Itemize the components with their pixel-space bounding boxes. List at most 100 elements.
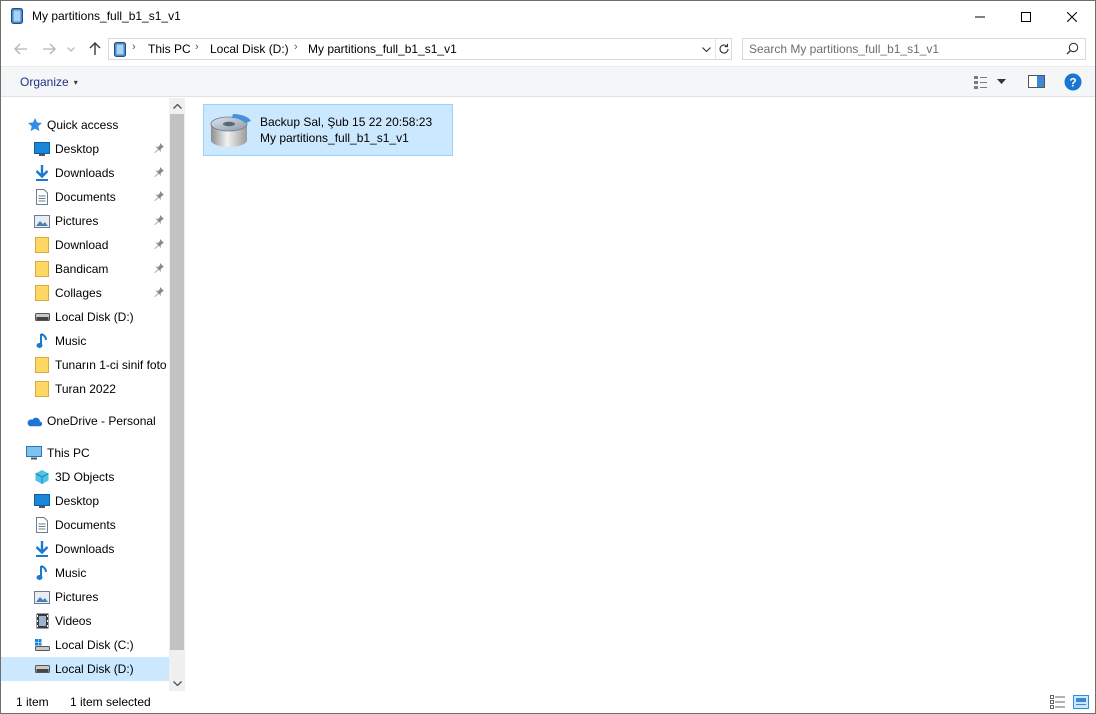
file-item[interactable]: Backup Sal, Şub 15 22 20:58:23 My partit…: [203, 104, 453, 156]
document-icon: [34, 189, 50, 205]
nav-label: Collages: [55, 286, 102, 300]
large-icons-view-icon[interactable]: [1073, 695, 1089, 709]
nav-label: Quick access: [47, 118, 119, 132]
search-box[interactable]: [742, 38, 1086, 60]
file-list[interactable]: Backup Sal, Şub 15 22 20:58:23 My partit…: [185, 98, 1095, 691]
address-bar[interactable]: › This PC › Local Disk (D:) › My partiti…: [108, 38, 732, 60]
chevron-up-icon: [172, 103, 182, 109]
nav-label: OneDrive - Personal: [47, 414, 156, 428]
close-icon: [1067, 11, 1077, 22]
change-view-icon[interactable]: [973, 74, 989, 90]
pin-icon[interactable]: [153, 166, 165, 178]
nav-onedrive[interactable]: OneDrive - Personal: [1, 409, 169, 433]
chevron-down-icon: [67, 46, 75, 52]
computer-icon: [26, 445, 42, 461]
pin-icon[interactable]: [153, 262, 165, 274]
scroll-down-button[interactable]: [169, 675, 185, 691]
pin-icon[interactable]: [153, 214, 165, 226]
scroll-up-button[interactable]: [169, 98, 185, 114]
recent-locations-button[interactable]: [64, 40, 78, 58]
drive-icon: [34, 309, 50, 325]
breadcrumb-local-disk-d[interactable]: Local Disk (D:): [210, 42, 289, 56]
nav-pc-documents[interactable]: Documents: [1, 513, 169, 537]
star-icon: [27, 117, 43, 133]
3d-objects-icon: [34, 469, 50, 485]
nav-pc-videos[interactable]: Videos: [1, 609, 169, 633]
preview-pane-icon[interactable]: [1028, 74, 1045, 89]
nav-label: Local Disk (C:): [55, 638, 134, 652]
desktop-icon: [34, 493, 50, 509]
minimize-button[interactable]: [957, 1, 1003, 32]
title-bar[interactable]: My partitions_full_b1_s1_v1: [1, 1, 1095, 32]
refresh-icon: [718, 43, 729, 54]
nav-pc-pictures[interactable]: Pictures: [1, 585, 169, 609]
chevron-down-icon: [172, 680, 182, 686]
folder-icon: [34, 261, 50, 277]
help-icon[interactable]: ?: [1064, 73, 1082, 91]
download-arrow-icon: [34, 165, 50, 181]
nav-label: Music: [55, 566, 87, 580]
nav-pc-music[interactable]: Music: [1, 561, 169, 585]
status-bar: 1 item 1 item selected: [1, 691, 1095, 713]
nav-label: 3D Objects: [55, 470, 115, 484]
nav-pc-local-disk-d[interactable]: Local Disk (D:): [1, 657, 169, 681]
view-options-chevron-icon[interactable]: [997, 79, 1006, 85]
close-button[interactable]: [1049, 1, 1095, 32]
nav-quick-tunarin-folder[interactable]: Tunarın 1-ci sinif foto: [1, 353, 169, 377]
nav-quick-download[interactable]: Download: [1, 233, 169, 257]
nav-quick-local-disk-d[interactable]: Local Disk (D:): [1, 305, 169, 329]
forward-button[interactable]: [40, 40, 58, 58]
nav-quick-bandicam[interactable]: Bandicam: [1, 257, 169, 281]
nav-quick-downloads[interactable]: Downloads: [1, 161, 169, 185]
nav-pc-downloads[interactable]: Downloads: [1, 537, 169, 561]
address-history-button[interactable]: [698, 39, 714, 59]
breadcrumb-separator: ›: [294, 41, 298, 53]
nav-pc-local-disk-c[interactable]: Local Disk (C:): [1, 633, 169, 657]
folder-icon: [34, 357, 50, 373]
windows-drive-icon: [34, 637, 50, 653]
nav-label: Turan 2022: [55, 382, 116, 396]
selected-count: 1 item selected: [70, 695, 151, 709]
backup-file-icon: [11, 8, 23, 24]
organize-button[interactable]: Organize ▾: [20, 75, 78, 89]
nav-label: Desktop: [55, 494, 100, 508]
nav-scrollbar[interactable]: [169, 98, 185, 691]
refresh-button[interactable]: [715, 39, 731, 59]
search-input[interactable]: [749, 41, 1049, 57]
scroll-thumb[interactable]: [170, 114, 184, 650]
nav-quick-collages[interactable]: Collages: [1, 281, 169, 305]
back-button[interactable]: [12, 40, 30, 58]
details-view-icon[interactable]: [1050, 695, 1066, 709]
folder-icon: [34, 381, 50, 397]
nav-quick-turan-2022[interactable]: Turan 2022: [1, 377, 169, 401]
pin-icon[interactable]: [153, 238, 165, 250]
nav-label: Downloads: [55, 542, 115, 556]
location-icon: [114, 42, 126, 57]
pin-icon[interactable]: [153, 286, 165, 298]
command-bar: Organize ▾ ?: [1, 66, 1095, 97]
nav-quick-pictures[interactable]: Pictures: [1, 209, 169, 233]
pin-icon[interactable]: [153, 190, 165, 202]
breadcrumb-this-pc[interactable]: This PC: [148, 42, 191, 56]
nav-label: Documents: [55, 190, 116, 204]
item-count: 1 item: [16, 695, 49, 709]
explorer-window: My partitions_full_b1_s1_v1 › This PC › …: [0, 0, 1096, 714]
nav-quick-desktop[interactable]: Desktop: [1, 137, 169, 161]
maximize-button[interactable]: [1003, 1, 1049, 32]
nav-this-pc[interactable]: This PC: [1, 441, 169, 465]
nav-quick-music[interactable]: Music: [1, 329, 169, 353]
breadcrumb-current-folder[interactable]: My partitions_full_b1_s1_v1: [308, 42, 457, 56]
nav-quick-documents[interactable]: Documents: [1, 185, 169, 209]
nav-label: Music: [55, 334, 87, 348]
nav-label: This PC: [47, 446, 90, 460]
pin-icon[interactable]: [153, 142, 165, 154]
nav-pc-desktop[interactable]: Desktop: [1, 489, 169, 513]
up-button[interactable]: [86, 40, 104, 58]
nav-pc-3d-objects[interactable]: 3D Objects: [1, 465, 169, 489]
nav-quick-access[interactable]: Quick access: [1, 113, 169, 137]
pictures-icon: [34, 589, 50, 605]
nav-label: Local Disk (D:): [55, 662, 134, 676]
videos-icon: [34, 613, 50, 629]
nav-label: Download: [55, 238, 109, 252]
folder-icon: [34, 237, 50, 253]
